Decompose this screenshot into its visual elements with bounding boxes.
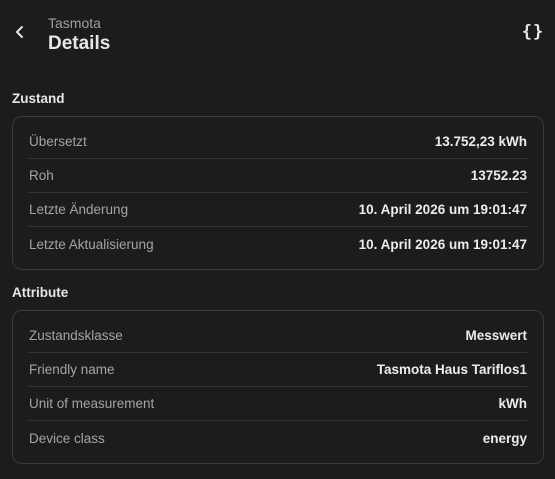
row-label: Letzte Aktualisierung: [29, 236, 154, 252]
row-value: Messwert: [465, 328, 527, 343]
json-button[interactable]: {}: [517, 16, 549, 48]
row-value: Tasmota Haus Tariflos1: [376, 362, 527, 377]
state-card: Übersetzt 13.752,23 kWh Roh 13752.23 Let…: [12, 116, 544, 270]
state-row: Roh 13752.23: [29, 159, 527, 193]
row-value: 13752.23: [470, 168, 527, 183]
row-value: 13.752,23 kWh: [434, 134, 527, 149]
chevron-left-icon: [16, 26, 23, 38]
top-bar: Tasmota Details {}: [0, 0, 555, 72]
row-label: Zustandsklasse: [29, 328, 123, 343]
row-label: Device class: [29, 430, 105, 446]
row-label: Friendly name: [29, 362, 115, 377]
state-row: Übersetzt 13.752,23 kWh: [29, 125, 527, 159]
state-row: Letzte Änderung 10. April 2026 um 19:01:…: [29, 193, 527, 227]
row-value: 10. April 2026 um 19:01:47: [358, 202, 527, 217]
attribute-row: Friendly name Tasmota Haus Tariflos1: [29, 353, 527, 387]
header-titles: Tasmota Details: [48, 14, 110, 56]
attribute-row: Device class energy: [29, 421, 527, 455]
header-subtitle: Tasmota: [48, 15, 101, 31]
back-button[interactable]: [6, 18, 34, 46]
row-value: energy: [482, 430, 527, 446]
code-braces-icon: {}: [521, 22, 545, 42]
row-label: Letzte Änderung: [29, 202, 129, 217]
attribute-row: Unit of measurement kWh: [29, 387, 527, 421]
section-title-attributes: Attribute: [12, 285, 69, 300]
row-value: kWh: [498, 396, 528, 411]
page-title: Details: [48, 33, 111, 54]
row-value: 10. April 2026 um 19:01:47: [358, 236, 527, 252]
row-label: Übersetzt: [29, 134, 87, 149]
attributes-card: Zustandsklasse Messwert Friendly name Ta…: [12, 310, 544, 464]
attribute-row: Zustandsklasse Messwert: [29, 319, 527, 353]
row-label: Roh: [29, 168, 54, 183]
section-title-state: Zustand: [12, 91, 65, 106]
row-label: Unit of measurement: [29, 396, 155, 411]
state-row: Letzte Aktualisierung 10. April 2026 um …: [29, 227, 527, 261]
